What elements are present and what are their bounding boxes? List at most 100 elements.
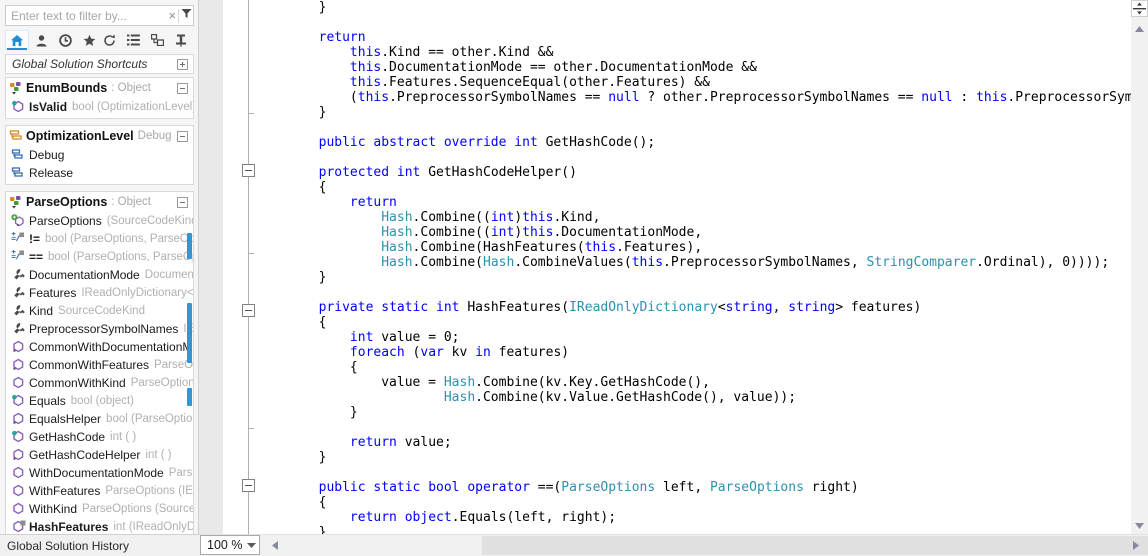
home-icon[interactable] xyxy=(5,30,29,50)
navigator-vertical-scrollbar-thumb[interactable] xyxy=(187,233,192,259)
list-item[interactable]: WithFeaturesParseOptions (IEnum xyxy=(6,482,193,500)
list-item-signature: bool (OptimizationLevel) xyxy=(72,101,193,113)
outlining-region-end-tick xyxy=(248,253,254,254)
scroll-right-arrow-icon[interactable] xyxy=(1127,535,1144,555)
code-token xyxy=(256,165,319,180)
list-item[interactable]: GetHashCodeHelperint ( ) xyxy=(6,446,193,464)
collapse-group-toggle[interactable] xyxy=(177,83,188,94)
code-line: Hash.Combine((int)this.Kind, xyxy=(256,210,1148,225)
code-token xyxy=(256,390,444,405)
expand-section-toggle[interactable] xyxy=(177,59,188,70)
scroll-down-arrow-icon[interactable] xyxy=(1131,517,1148,534)
list-item[interactable]: KindSourceCodeKind xyxy=(6,302,193,320)
list-item[interactable]: Debug xyxy=(6,146,193,164)
horizontal-scroll-thumb[interactable] xyxy=(482,536,1148,555)
person-icon[interactable] xyxy=(29,30,53,50)
chevron-down-icon[interactable] xyxy=(243,543,259,548)
code-token xyxy=(256,135,319,150)
list-item[interactable]: IsValid bool (OptimizationLevel) xyxy=(6,98,193,116)
navigator-vertical-scrollbar-thumb[interactable] xyxy=(187,388,192,406)
visual-studio-window: × xyxy=(0,0,1148,556)
code-line: } xyxy=(256,0,1148,15)
code-line: private static int HashFeatures(IReadOnl… xyxy=(256,300,1148,315)
code-editor[interactable]: } return this.Kind == other.Kind && this… xyxy=(199,0,1148,534)
code-line: return xyxy=(256,30,1148,45)
editor-outlining-margin xyxy=(223,0,256,534)
refresh-icon[interactable] xyxy=(97,30,121,50)
code-line: (this.PreprocessorSymbolNames == null ? … xyxy=(256,90,1148,105)
list-item-label: IsValid xyxy=(29,100,67,114)
code-token: var xyxy=(420,345,443,360)
filter-funnel-icon[interactable] xyxy=(179,6,193,25)
clear-filter-icon[interactable]: × xyxy=(166,6,178,25)
list-icon[interactable] xyxy=(121,30,145,50)
list-item-signature: ParseOptions xyxy=(131,377,193,389)
list-item[interactable]: GetHashCodeint ( ) xyxy=(6,428,193,446)
enum-group-icon xyxy=(9,81,26,95)
list-item[interactable]: FeaturesIReadOnlyDictionary<strin xyxy=(6,284,193,302)
zoom-level-combobox[interactable]: 100 % xyxy=(200,535,260,555)
code-token xyxy=(256,240,381,255)
method-icon xyxy=(11,484,29,498)
list-item-signature: int (IReadOnlyDictio xyxy=(113,521,193,533)
member-group-header[interactable]: OptimizationLevelDebug xyxy=(6,126,193,146)
code-text[interactable]: } return this.Kind == other.Kind && this… xyxy=(256,0,1148,534)
code-token: .PreprocessorSymbolNames xyxy=(1007,90,1148,105)
list-item[interactable]: EqualsHelperbool (ParseOptions) xyxy=(6,410,193,428)
list-item[interactable]: !=bool (ParseOptions, ParseOptions xyxy=(6,230,193,248)
code-line: { xyxy=(256,315,1148,330)
code-token: .Ordinal), 0)))); xyxy=(976,255,1109,270)
list-item[interactable]: CommonWithFeaturesParseOpti xyxy=(6,356,193,374)
code-token: left, xyxy=(655,480,710,495)
list-item-signature: Parse xyxy=(169,467,193,479)
member-group: ParseOptions: ObjectParseOptions(SourceC… xyxy=(5,191,194,539)
group-icon[interactable] xyxy=(145,30,169,50)
list-item-signature: bool (ParseOptions, ParseOption xyxy=(48,251,193,263)
list-item-label: == xyxy=(29,250,43,264)
code-token: string xyxy=(788,300,835,315)
code-token: return xyxy=(350,195,397,210)
ctor-icon xyxy=(11,214,29,228)
list-item[interactable]: CommonWithKindParseOptions xyxy=(6,374,193,392)
filter-box[interactable]: × xyxy=(5,5,194,26)
scroll-left-arrow-icon[interactable] xyxy=(266,535,283,555)
clock-icon[interactable] xyxy=(53,30,77,50)
solution-navigator-panel: × xyxy=(0,0,199,556)
list-item[interactable]: == bool (ParseOptions, ParseOption xyxy=(6,248,193,266)
code-line: public static bool operator ==(ParseOpti… xyxy=(256,480,1148,495)
list-item-signature: bool (ParseOptions) xyxy=(106,413,193,425)
code-line: } xyxy=(256,105,1148,120)
member-group-header[interactable]: EnumBounds: Object xyxy=(6,78,193,98)
outlining-collapse-toggle[interactable] xyxy=(242,164,255,177)
outlining-collapse-toggle[interactable] xyxy=(242,304,255,317)
collapse-group-toggle[interactable] xyxy=(177,131,188,142)
code-token: null xyxy=(921,90,952,105)
list-item[interactable]: CommonWithDocumentationM xyxy=(6,338,193,356)
scroll-up-arrow-icon[interactable] xyxy=(1131,20,1148,37)
code-token: kv xyxy=(444,345,475,360)
code-token xyxy=(256,210,381,225)
code-token: ( xyxy=(405,345,421,360)
navigator-vertical-scrollbar-thumb[interactable] xyxy=(187,303,192,363)
code-line: { xyxy=(256,495,1148,510)
pin-icon[interactable] xyxy=(169,30,193,50)
list-item[interactable]: Release xyxy=(6,164,193,182)
editor-vertical-scrollbar[interactable] xyxy=(1131,0,1148,534)
list-item[interactable]: DocumentationModeDocument xyxy=(6,266,193,284)
outlining-region-end-tick xyxy=(248,428,254,429)
list-item-label: GetHashCode xyxy=(29,430,105,444)
split-view-icon[interactable] xyxy=(1131,0,1148,17)
collapse-group-toggle[interactable] xyxy=(177,197,188,208)
list-item[interactable]: WithKindParseOptions (SourceCod xyxy=(6,500,193,518)
filter-input[interactable] xyxy=(6,9,166,23)
outlining-collapse-toggle[interactable] xyxy=(242,479,255,492)
global-solution-shortcuts-header[interactable]: Global Solution Shortcuts xyxy=(5,54,194,74)
horizontal-scroll-track[interactable] xyxy=(482,536,1118,555)
member-group-header[interactable]: ParseOptions: Object xyxy=(6,192,193,212)
list-item[interactable]: Equalsbool (object) xyxy=(6,392,193,410)
list-item[interactable]: WithDocumentationModeParse xyxy=(6,464,193,482)
list-item[interactable]: ParseOptions(SourceCodeKind, D xyxy=(6,212,193,230)
list-item[interactable]: PreprocessorSymbolNamesIEnu xyxy=(6,320,193,338)
list-item-label: Features xyxy=(29,286,76,300)
code-token: this xyxy=(350,75,381,90)
